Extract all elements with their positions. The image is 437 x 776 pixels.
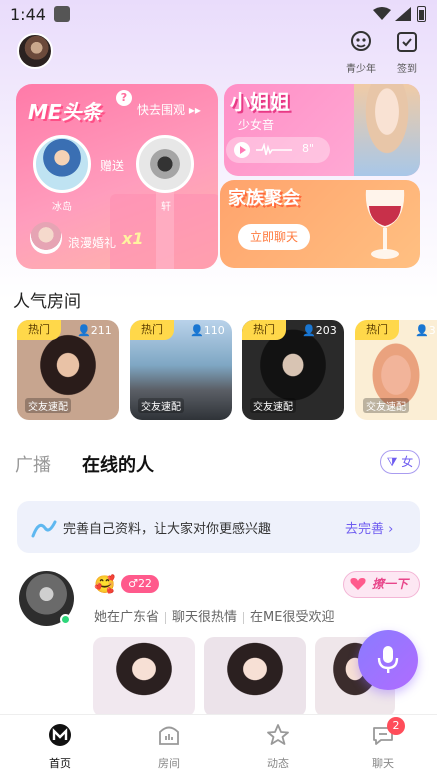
play-icon[interactable] <box>234 142 250 158</box>
nav-rooms[interactable]: 房间 <box>139 723 199 771</box>
level-badge: ♂22 <box>121 575 159 593</box>
star-icon <box>267 724 289 745</box>
wifi-icon <box>373 7 391 20</box>
rooms-icon <box>159 726 179 745</box>
checkin-label: 签到 <box>397 64 417 75</box>
bio-tag: 聊天很热情 <box>172 610 238 625</box>
bottom-navigation: 首页 房间 动态 聊天 2 <box>0 714 437 776</box>
poke-button[interactable]: 撩一下 <box>343 571 420 598</box>
online-status-dot <box>60 614 71 625</box>
teen-mode-label: 青少年 <box>346 64 376 75</box>
little-sister-subtitle: 少女音 <box>238 118 275 132</box>
complete-profile-card[interactable]: 完善自己资料，让大家对你更感兴趣 去完善 › <box>17 501 420 553</box>
battery-icon <box>417 6 426 22</box>
status-time: 1:44 <box>10 5 46 24</box>
voice-match-button[interactable] <box>358 630 418 690</box>
bio-tag: 她在广东省 <box>94 610 160 625</box>
gift-item-name: 浪漫婚礼 <box>68 236 117 250</box>
chat-now-button[interactable]: 立即聊天 <box>238 224 310 250</box>
teen-mode-button[interactable]: 青少年 <box>336 30 386 75</box>
tab-online-people[interactable]: 在线的人 <box>82 451 154 477</box>
bio-tag: 在ME很受欢迎 <box>250 610 335 625</box>
nav-moments-label: 动态 <box>267 757 289 770</box>
receiver-avatar[interactable] <box>136 135 194 193</box>
heart-icon <box>350 578 366 590</box>
girl-illustration <box>354 84 420 176</box>
popular-rooms-title: 人气房间 <box>13 292 81 312</box>
go-watch-link[interactable]: 快去围观 ▸▸ <box>137 101 201 118</box>
waveform-icon <box>256 143 292 156</box>
teen-mode-icon <box>351 31 371 51</box>
me-headline-banner[interactable]: ME头条 ? 快去围观 ▸▸ 冰岛 赠送 轩 浪漫婚礼 x1 <box>16 84 218 269</box>
nav-home-label: 首页 <box>49 757 71 770</box>
user-photo[interactable] <box>204 637 306 717</box>
voice-duration: 8" <box>302 142 315 155</box>
checkin-icon <box>397 32 417 52</box>
room-label: 交友速配 <box>25 398 71 413</box>
notification-icon <box>54 6 70 22</box>
home-icon <box>49 724 71 746</box>
microphone-icon <box>377 646 399 673</box>
family-party-title: 家族聚会 <box>228 188 300 209</box>
nav-chat[interactable]: 聊天 2 <box>353 717 413 771</box>
room-label: 交友速配 <box>138 398 184 413</box>
gender-filter-button[interactable]: ⧩ 女 <box>380 450 420 474</box>
user-bio: 她在广东省 聊天很热情 在ME很受欢迎 <box>94 606 334 625</box>
gift-verb: 赠送 <box>100 159 125 173</box>
nav-rooms-label: 房间 <box>158 757 180 770</box>
my-avatar[interactable] <box>17 33 53 69</box>
me-headline-title: ME头条 <box>28 100 102 124</box>
poke-label: 撩一下 <box>372 577 409 591</box>
gift-count: x1 <box>122 229 144 248</box>
mood-emoji: 🥰 <box>94 575 116 595</box>
signal-icon <box>395 7 411 21</box>
hot-tag: 热门 <box>17 320 61 340</box>
room-card[interactable]: 热门 👤211 交友速配 <box>17 320 119 420</box>
nav-home[interactable]: 首页 <box>30 723 90 771</box>
hot-tag: 热门 <box>130 320 174 340</box>
status-bar: 1:44 <box>0 0 437 30</box>
room-member-count: 👤3 <box>415 324 436 337</box>
room-member-count: 👤110 <box>190 324 225 337</box>
gift-ribbon-decoration <box>156 184 174 269</box>
room-label: 交友速配 <box>250 398 296 413</box>
little-sister-banner[interactable]: 小姐姐 少女音 8" <box>224 84 420 176</box>
hot-tag: 热门 <box>355 320 399 340</box>
room-card[interactable]: 热门 👤3 交友速配 <box>355 320 437 420</box>
room-card[interactable]: 热门 👤110 交友速配 <box>130 320 232 420</box>
sender-name: 冰岛 <box>52 202 72 213</box>
room-member-count: 👤211 <box>77 324 112 337</box>
wine-glass-icon <box>365 190 405 259</box>
filter-icon: ⧩ <box>386 455 398 469</box>
complete-profile-text: 完善自己资料，让大家对你更感兴趣 <box>63 522 272 537</box>
sender-avatar[interactable] <box>33 135 91 193</box>
pen-icon <box>31 520 57 538</box>
nav-moments[interactable]: 动态 <box>248 723 308 771</box>
checkin-button[interactable]: 签到 <box>382 30 432 75</box>
gender-filter-label: 女 <box>401 455 414 469</box>
family-party-banner[interactable]: 家族聚会 立即聊天 <box>220 180 420 268</box>
user-photo[interactable] <box>93 637 195 717</box>
receiver-name: 轩 <box>161 202 171 213</box>
hot-tag: 热门 <box>242 320 286 340</box>
nav-chat-label: 聊天 <box>372 757 394 770</box>
voice-sample-player[interactable]: 8" <box>226 137 330 163</box>
help-icon[interactable]: ? <box>116 90 132 106</box>
complete-profile-action[interactable]: 去完善 › <box>345 518 393 537</box>
room-card[interactable]: 热门 👤203 交友速配 <box>242 320 344 420</box>
unread-badge: 2 <box>387 717 405 735</box>
room-member-count: 👤203 <box>302 324 337 337</box>
little-sister-title: 小姐姐 <box>230 90 290 114</box>
tab-broadcast[interactable]: 广播 <box>15 451 51 477</box>
wedding-gift-icon <box>30 222 62 254</box>
room-label: 交友速配 <box>363 398 409 413</box>
